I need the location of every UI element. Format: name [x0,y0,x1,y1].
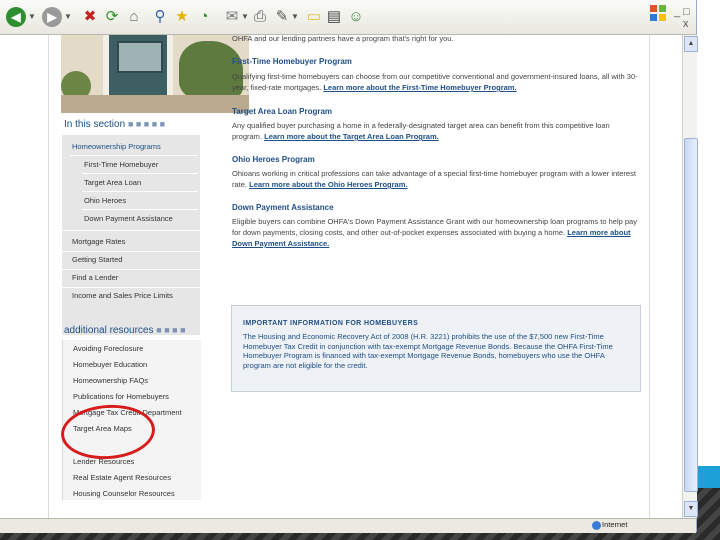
status-bar: Internet [0,518,696,533]
body-first-time-homebuyer: Qualifying first-time homebuyers can cho… [232,72,638,92]
heading-ohio-heroes: Ohio Heroes Program [232,155,315,164]
internet-zone-icon [592,521,601,530]
discuss-icon[interactable]: ▭ [304,7,324,27]
sidebar-item-homeownership-programs[interactable]: Homeownership Programs [72,142,161,151]
edit-dropdown-icon[interactable]: ▼ [291,7,299,27]
link-ohio-heroes[interactable]: Learn more about the Ohio Heroes Program… [249,180,407,189]
forward-dropdown-icon[interactable]: ▼ [64,7,72,27]
sidebar-item-mortgage-rates[interactable]: Mortgage Rates [72,237,125,246]
resource-link-real-estate-agent-resources[interactable]: Real Estate Agent Resources [73,473,171,482]
sidebar-heading-text: In this section [64,119,126,130]
close-button[interactable]: x [683,18,689,30]
search-icon[interactable]: ⚲ [150,7,170,27]
heading-first-time-homebuyer: First-Time Homebuyer Program [232,57,352,66]
resource-link-avoiding-foreclosure[interactable]: Avoiding Foreclosure [73,344,143,353]
notice-body: The Housing and Economic Recovery Act of… [243,332,613,370]
sidebar-heading: In this section ■ ■ ■ ■ ■ [64,119,166,130]
link-first-time-homebuyer[interactable]: Learn more about the First-Time Homebuye… [323,83,516,92]
mail-icon[interactable]: ✉ [222,7,242,27]
mail-dropdown-icon[interactable]: ▼ [241,7,249,27]
sidebar-item-target-area-loan[interactable]: Target Area Loan [84,178,141,187]
messenger-icon[interactable]: ☺ [346,7,366,27]
scroll-up-arrow-icon[interactable]: ▲ [684,36,698,52]
forward-arrow-icon[interactable]: ▶ [42,7,62,27]
resource-link-homebuyer-education[interactable]: Homebuyer Education [73,360,147,369]
browser-window: ◀ ▼ ▶ ▼ ✖ ⟳ ⌂ ⚲ ★ ◔ ✉ ▼ ⎙ ✎ ▼ ▭ ▤ ☺ _ □ … [0,0,698,533]
scroll-down-arrow-icon[interactable]: ▼ [684,501,698,517]
scroll-thumb[interactable] [684,138,698,492]
heading-down-payment-assistance: Down Payment Assistance [232,203,334,212]
refresh-icon[interactable]: ⟳ [102,7,122,27]
favorites-star-icon[interactable]: ★ [172,7,192,27]
research-icon[interactable]: ▤ [324,7,344,27]
back-arrow-icon[interactable]: ◀ [6,7,26,27]
intro-text: OHFA and our lending partners have a pro… [232,35,454,43]
page-viewport: In this section ■ ■ ■ ■ ■ Homeownership … [0,35,681,518]
sidebar-item-find-a-lender[interactable]: Find a Lender [72,273,118,282]
body-down-payment-assistance: Eligible buyers can combine OHFA's Down … [232,217,637,248]
body-ohio-heroes: Ohioans working in critical professions … [232,169,636,189]
windows-logo-icon [648,4,668,24]
resources-heading: additional resources ■ ■ ■ ■ [64,325,186,336]
home-icon[interactable]: ⌂ [124,7,144,27]
edit-icon[interactable]: ✎ [272,7,292,27]
browser-toolbar: ◀ ▼ ▶ ▼ ✖ ⟳ ⌂ ⚲ ★ ◔ ✉ ▼ ⎙ ✎ ▼ ▭ ▤ ☺ _ □ … [0,0,696,35]
house-photo [61,35,249,113]
sidebar-item-getting-started[interactable]: Getting Started [72,255,122,264]
resource-link-housing-counselor-resources[interactable]: Housing Counselor Resources [73,489,175,498]
sidebar-nav: Homeownership Programs First-Time Homebu… [62,135,200,335]
security-zone-label: Internet [602,520,628,529]
minimize-button[interactable]: _ [674,6,680,18]
back-dropdown-icon[interactable]: ▼ [28,7,36,27]
web-page: In this section ■ ■ ■ ■ ■ Homeownership … [48,35,650,518]
stop-icon[interactable]: ✖ [80,7,100,27]
vertical-scrollbar[interactable]: ▲ ▼ [682,35,698,518]
history-icon[interactable]: ◔ [194,7,214,27]
sidebar-item-down-payment-assistance[interactable]: Down Payment Assistance [84,214,173,223]
maximize-button[interactable]: □ [683,6,690,18]
link-target-area-loan[interactable]: Learn more about the Target Area Loan Pr… [264,132,439,141]
sidebar-item-first-time-homebuyer[interactable]: First-Time Homebuyer [84,160,158,169]
print-icon[interactable]: ⎙ [250,7,270,27]
homebuyer-notice-box: IMPORTANT INFORMATION FOR HOMEBUYERS The… [231,305,641,392]
notice-heading: IMPORTANT INFORMATION FOR HOMEBUYERS [243,320,419,327]
heading-target-area-loan: Target Area Loan Program [232,107,333,116]
sidebar-item-ohio-heroes[interactable]: Ohio Heroes [84,196,126,205]
sidebar-item-income-and-sales-price-limits[interactable]: Income and Sales Price Limits [72,291,173,300]
resource-link-homeownership-faqs[interactable]: Homeownership FAQs [73,376,148,385]
resource-link-publications[interactable]: Publications for Homebuyers [73,392,169,401]
body-target-area-loan: Any qualified buyer purchasing a home in… [232,121,610,141]
resources-heading-text: additional resources [64,325,154,336]
